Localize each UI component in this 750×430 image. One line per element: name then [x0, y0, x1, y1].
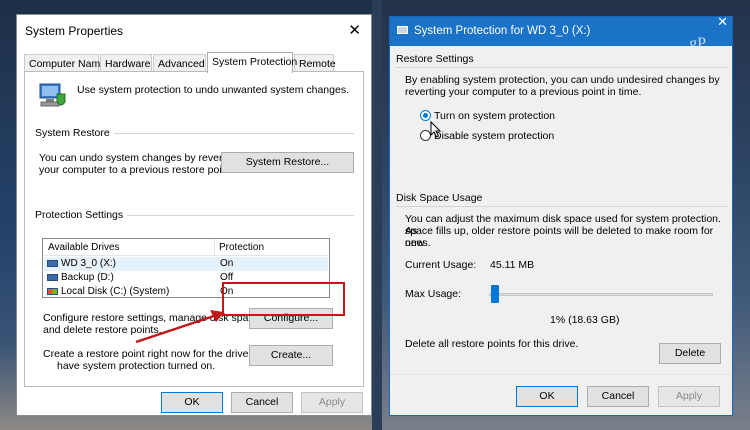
cancel-button[interactable]: Cancel: [231, 392, 293, 413]
drive-name: Backup (D:): [61, 272, 114, 283]
drives-list-header: Available Drives Protection: [43, 239, 329, 256]
protection-settings-label: Protection Settings: [35, 209, 128, 221]
disk-space-label: Disk Space Usage: [396, 192, 487, 204]
disk-space-text-2: space fills up, older restore points wil…: [405, 225, 714, 249]
restore-settings-text-2: reverting your computer to a previous po…: [405, 86, 642, 98]
ok-button[interactable]: OK: [516, 386, 578, 407]
desktop-divider: [372, 0, 382, 430]
close-icon[interactable]: ✕: [348, 21, 361, 39]
column-protection[interactable]: Protection: [219, 242, 264, 253]
disable-label[interactable]: Disable system protection: [434, 130, 554, 142]
ok-button[interactable]: OK: [161, 392, 223, 413]
turn-on-label[interactable]: Turn on system protection: [434, 110, 555, 122]
divider: [97, 133, 354, 134]
column-separator: [214, 239, 215, 256]
dialog-title: System Protection for WD 3_0 (X:): [414, 25, 591, 37]
drive-icon: [397, 26, 408, 34]
create-text-1: Create a restore point right now for the…: [43, 348, 275, 360]
apply-button[interactable]: Apply: [658, 386, 720, 407]
restore-settings-text-1: By enabling system protection, you can u…: [405, 74, 720, 86]
create-text-2: have system protection turned on.: [57, 360, 216, 372]
windows-drive-icon: [47, 288, 58, 295]
mouse-cursor-icon: [430, 121, 441, 138]
watermark-logo: gP: [689, 35, 706, 52]
tab-hardware[interactable]: Hardware: [100, 54, 152, 72]
turn-on-radio[interactable]: [420, 110, 431, 121]
system-restore-text-1: You can undo system changes by reverting: [39, 152, 240, 164]
system-restore-text-2: your computer to a previous restore poin…: [39, 164, 234, 176]
drive-protection: On: [220, 258, 234, 269]
system-protection-icon: [39, 83, 66, 107]
max-usage-value: 1% (18.63 GB): [550, 314, 620, 326]
max-usage-slider-track[interactable]: [489, 293, 713, 296]
create-button[interactable]: Create...: [249, 345, 333, 366]
tab-system-protection[interactable]: System Protection: [207, 52, 297, 73]
title-bar: System Properties ✕: [17, 15, 371, 45]
delete-button[interactable]: Delete: [659, 343, 721, 364]
tab-advanced[interactable]: Advanced: [153, 54, 206, 72]
restore-settings-label: Restore Settings: [396, 53, 478, 65]
system-restore-button[interactable]: System Restore...: [221, 152, 354, 173]
current-usage-value: 45.11 MB: [490, 259, 535, 271]
delete-text: Delete all restore points for this drive…: [405, 338, 579, 350]
system-restore-label: System Restore: [35, 127, 114, 139]
drive-row-wd[interactable]: WD 3_0 (X:) On: [44, 257, 328, 271]
disk-space-text-3: ones.: [405, 237, 431, 249]
current-usage-label: Current Usage:: [405, 259, 477, 271]
column-available-drives[interactable]: Available Drives: [48, 242, 120, 253]
close-icon[interactable]: ✕: [717, 14, 728, 30]
divider: [390, 374, 732, 375]
title-bar: System Protection for WD 3_0 (X:) ✕ gP: [390, 14, 732, 52]
configure-highlight-box: [222, 282, 345, 316]
divider: [115, 215, 354, 216]
window-title: System Properties: [25, 24, 124, 38]
system-protection-dialog: System Protection for WD 3_0 (X:) ✕ gP R…: [389, 14, 733, 416]
divider: [396, 206, 728, 207]
tab-computer-name[interactable]: Computer Name: [24, 54, 106, 72]
max-usage-slider-thumb[interactable]: [491, 285, 500, 303]
drive-icon: [47, 260, 58, 267]
apply-button[interactable]: Apply: [301, 392, 363, 413]
divider: [396, 67, 728, 68]
system-properties-window: System Properties ✕ Computer Name Hardwa…: [16, 14, 372, 416]
tab-strip: Computer Name Hardware Advanced System P…: [24, 52, 364, 73]
description-text: Use system protection to undo unwanted s…: [77, 84, 349, 96]
cancel-button[interactable]: Cancel: [587, 386, 649, 407]
tab-remote[interactable]: Remote: [294, 54, 336, 72]
red-arrow-icon: [135, 310, 224, 344]
drive-name: Local Disk (C:) (System): [61, 286, 170, 297]
max-usage-label: Max Usage:: [405, 288, 462, 300]
drive-icon: [47, 274, 58, 281]
drive-name: WD 3_0 (X:): [61, 258, 117, 269]
